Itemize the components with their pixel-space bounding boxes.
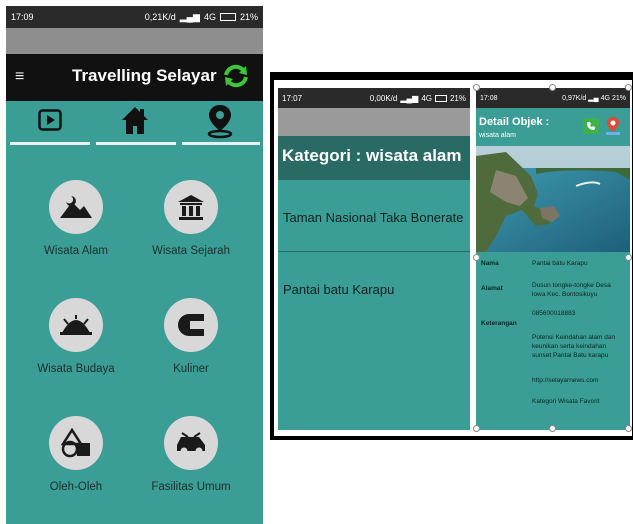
category-label: Kuliner [173, 363, 209, 375]
food-icon [164, 298, 218, 352]
resize-handle[interactable] [473, 84, 480, 91]
category-wisata-alam[interactable]: Wisata Alam [26, 180, 126, 257]
resize-handle[interactable] [549, 425, 556, 432]
list-item[interactable]: Pantai batu Karapu [283, 282, 394, 297]
tab-bar [6, 101, 263, 146]
car-icon [164, 416, 218, 470]
list-item[interactable]: Taman Nasional Taka Bonerate [283, 210, 463, 225]
category-wisata-budaya[interactable]: Wisata Budaya [26, 298, 126, 375]
field-label: Alamat [481, 285, 503, 292]
tab-indicator [10, 142, 90, 145]
tab-location[interactable] [178, 101, 263, 145]
field-value: Kategori Wisata Favorit [532, 398, 600, 405]
field-value: Potensi Keindahan alam dan keunikan sert… [532, 334, 616, 359]
category-label: Wisata Alam [44, 245, 108, 257]
website-link[interactable]: http://selayarnews.com [532, 377, 624, 386]
status-network: 4G [600, 94, 610, 102]
detail-screen: 17:08 0,97K/d ▂▄ 4G 21% Detail Objek : w… [476, 88, 630, 430]
category-list-screen: 17:07 0,00K/d ▂▄▆ 4G 21% Kategori : wisa… [278, 88, 470, 430]
resize-handle[interactable] [473, 254, 480, 261]
resize-handle[interactable] [625, 425, 632, 432]
divider [278, 251, 470, 252]
battery-icon [219, 13, 236, 21]
tab-indicator [182, 142, 260, 145]
refresh-icon[interactable] [222, 64, 250, 93]
detail-title: Detail Objek : [479, 116, 550, 128]
field-label: Nama [481, 260, 499, 267]
home-icon [122, 107, 148, 134]
status-speed: 0,97K/d [562, 94, 587, 102]
top-bar [278, 108, 470, 136]
mountain-icon [49, 180, 103, 234]
app-toolbar: ≡ Travelling Selayar [6, 54, 263, 101]
shapes-icon [49, 416, 103, 470]
category-label: Wisata Budaya [37, 363, 115, 375]
battery-icon [434, 94, 447, 102]
home-screen: 17:09 0,21K/d ▂▄▆ 4G 21% ≡ Travelling Se… [6, 6, 263, 524]
status-battery: 21% [239, 12, 258, 22]
field-value: Pantai batu Karapu [532, 260, 588, 267]
field-value: Dusun tongke-tongke Desa lowa Kec. Bonto… [532, 282, 611, 298]
signal-icon: ▂▄ [588, 95, 599, 102]
phone-number[interactable]: 085600018883 [532, 310, 624, 319]
status-battery: 21% [611, 94, 626, 102]
status-network: 4G [421, 93, 432, 103]
status-speed: 0,21K/d [144, 12, 176, 22]
location-pin-icon [207, 105, 233, 139]
signal-icon: ▂▄▆ [179, 11, 200, 22]
menu-icon[interactable]: ≡ [15, 69, 24, 85]
signal-icon: ▂▄▆ [400, 93, 419, 103]
category-label: Fasilitas Umum [151, 481, 231, 493]
status-bar: 17:09 0,21K/d ▂▄▆ 4G 21% [6, 6, 263, 28]
resize-handle[interactable] [473, 425, 480, 432]
status-speed: 0,00K/d [369, 93, 398, 103]
category-wisata-sejarah[interactable]: Wisata Sejarah [141, 180, 241, 257]
map-pin-icon[interactable] [605, 116, 621, 141]
detail-subtitle: wisata alam [479, 132, 516, 139]
tab-indicator [96, 142, 176, 145]
resize-handle[interactable] [549, 84, 556, 91]
status-bar: 17:07 0,00K/d ▂▄▆ 4G 21% [278, 88, 470, 108]
resize-handle[interactable] [625, 84, 632, 91]
status-network: 4G [203, 12, 216, 22]
category-label: Oleh-Oleh [49, 481, 103, 493]
play-icon [38, 109, 62, 131]
top-bar [6, 28, 263, 54]
status-bar: 17:08 0,97K/d ▂▄ 4G 21% [476, 88, 630, 108]
resize-handle[interactable] [625, 254, 632, 261]
culture-icon [49, 298, 103, 352]
beach-photo [476, 146, 630, 252]
tab-home[interactable] [92, 101, 178, 145]
category-heading: Kategori : wisata alam [278, 136, 470, 180]
category-oleh-oleh[interactable]: Oleh-Oleh [26, 416, 126, 493]
category-kuliner[interactable]: Kuliner [141, 298, 241, 375]
status-time: 17:08 [480, 94, 498, 102]
status-time: 17:09 [11, 12, 34, 22]
app-title: Travelling Selayar [72, 66, 217, 85]
field-label: Keterangan [481, 320, 517, 327]
tab-video[interactable] [6, 101, 92, 145]
phone-icon[interactable] [583, 118, 599, 134]
museum-icon [164, 180, 218, 234]
category-fasilitas-umum[interactable]: Fasilitas Umum [141, 416, 241, 493]
status-battery: 21% [449, 93, 466, 103]
status-time: 17:07 [282, 93, 303, 103]
category-label: Wisata Sejarah [152, 245, 230, 257]
